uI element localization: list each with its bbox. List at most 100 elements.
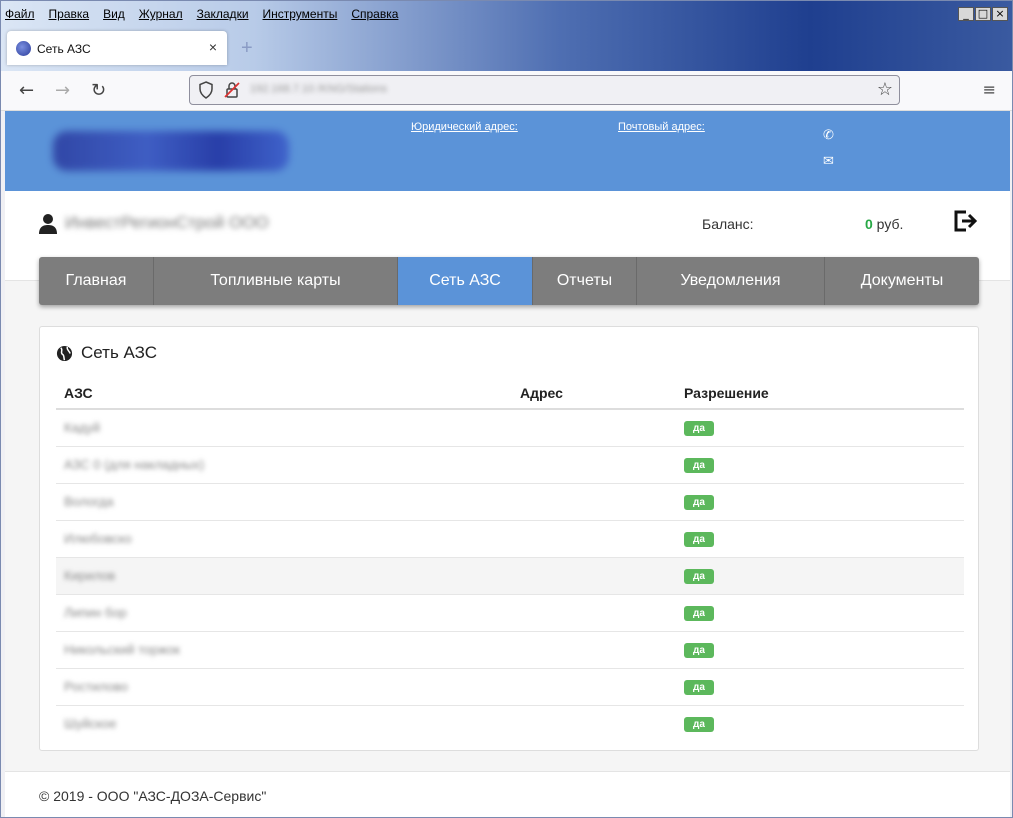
menu-bar: Файл Правка Вид Журнал Закладки Инструме…: [5, 7, 412, 21]
permission-cell: да: [676, 705, 964, 742]
menu-history[interactable]: Журнал: [139, 7, 183, 21]
station-address-cell: [512, 705, 676, 742]
menu-edit[interactable]: Правка: [49, 7, 90, 21]
page-content: Юридический адрес: Почтовый адрес: ✆ ✉ И…: [5, 111, 1010, 817]
mail-icon: ✉: [823, 154, 834, 169]
table-row[interactable]: Илюбовско да: [56, 520, 964, 558]
permission-badge: да: [684, 717, 714, 733]
permission-badge: да: [684, 458, 714, 473]
station-address-cell: [512, 483, 676, 521]
stations-panel: Сеть АЗС АЗС Адрес Разрешение Кадуй да А…: [39, 326, 979, 751]
permission-cell: да: [676, 409, 964, 447]
tab-home[interactable]: Главная: [39, 257, 154, 305]
tab-notifications[interactable]: Уведомления: [637, 257, 825, 305]
permission-cell: да: [676, 631, 964, 669]
column-header-permission[interactable]: Разрешение: [676, 377, 964, 410]
balance-currency: руб.: [872, 216, 904, 232]
station-address-cell: [512, 594, 676, 632]
permission-badge: да: [684, 680, 714, 695]
minimize-button[interactable]: _: [958, 7, 974, 21]
tab-fuel-cards[interactable]: Топливные карты: [154, 257, 398, 305]
menu-help[interactable]: Справка: [351, 7, 398, 21]
permission-badge: да: [684, 606, 714, 621]
table-row[interactable]: Кадуй да: [56, 409, 964, 447]
permission-cell: да: [676, 483, 964, 521]
table-row[interactable]: АЗС 0 (для накладных) да: [56, 446, 964, 484]
station-address-cell: [512, 409, 676, 447]
forward-icon[interactable]: →: [55, 80, 70, 101]
balance-label: Баланс:: [702, 216, 754, 232]
station-address-cell: [512, 557, 676, 595]
column-header-address[interactable]: Адрес: [512, 377, 676, 410]
tab-title: Сеть АЗС: [37, 42, 91, 56]
station-name-cell: Кадуй: [56, 409, 512, 447]
title-bar: Файл Правка Вид Журнал Закладки Инструме…: [1, 1, 1012, 71]
insecure-lock-icon[interactable]: [224, 81, 240, 99]
bookmark-star-icon[interactable]: ☆: [877, 79, 893, 100]
permission-badge: да: [684, 643, 714, 658]
back-icon[interactable]: ←: [19, 80, 34, 101]
site-header: Юридический адрес: Почтовый адрес: ✆ ✉: [5, 111, 1010, 191]
station-name-cell: Шуйское: [64, 716, 117, 732]
new-tab-button[interactable]: +: [241, 37, 253, 60]
station-name-cell: Ростилово: [56, 668, 512, 706]
url-text[interactable]: 192.168.7.10 /KNG/Stations: [250, 83, 387, 95]
station-name-cell: Кирилов: [56, 557, 512, 595]
station-name-cell: Липин бор: [56, 594, 512, 632]
balance-value: 0 руб.: [865, 216, 903, 232]
station-address-cell: [512, 631, 676, 669]
close-window-button[interactable]: ×: [992, 7, 1008, 21]
tab-documents[interactable]: Документы: [825, 257, 979, 305]
balance-amount: 0: [865, 216, 873, 232]
hamburger-menu-icon[interactable]: ≡: [983, 80, 996, 99]
permission-badge: да: [684, 495, 714, 510]
tab-stations[interactable]: Сеть АЗС: [398, 257, 533, 305]
station-name-cell: АЗС 0 (для накладных): [56, 446, 512, 484]
permission-cell: да: [676, 668, 964, 706]
menu-file[interactable]: Файл: [5, 7, 35, 21]
menu-bookmarks[interactable]: Закладки: [197, 7, 249, 21]
table-row[interactable]: Ростилово да: [56, 668, 964, 706]
tab-close-icon[interactable]: ×: [209, 39, 217, 55]
table-row[interactable]: Никольский торжок да: [56, 631, 964, 669]
window-controls: _ □ ×: [958, 7, 1008, 21]
postal-address-link[interactable]: Почтовый адрес:: [618, 121, 705, 133]
logout-icon[interactable]: [952, 209, 978, 233]
permission-cell: да: [676, 557, 964, 595]
maximize-button[interactable]: □: [975, 7, 991, 21]
permission-badge: да: [684, 421, 714, 437]
station-name-cell: Вологда: [56, 483, 512, 521]
permission-badge: да: [684, 569, 714, 584]
browser-window: Файл Правка Вид Журнал Закладки Инструме…: [0, 0, 1013, 818]
address-bar[interactable]: 192.168.7.10 /KNG/Stations ☆: [189, 75, 900, 105]
table-row[interactable]: Вологда да: [56, 483, 964, 521]
legal-address-link[interactable]: Юридический адрес:: [411, 121, 518, 133]
station-address-cell: [512, 668, 676, 706]
user-name: ИнвестРегионСтрой ООО: [65, 213, 269, 232]
tab-reports[interactable]: Отчеты: [533, 257, 637, 305]
station-name-cell: Никольский торжок: [56, 631, 512, 669]
panel-title-text: Сеть АЗС: [81, 343, 158, 362]
permission-cell: да: [676, 446, 964, 484]
main-nav: Главная Топливные карты Сеть АЗС Отчеты …: [39, 257, 979, 305]
phone-icon: ✆: [823, 128, 834, 143]
permission-cell: да: [676, 594, 964, 632]
browser-tab[interactable]: Сеть АЗС ×: [7, 31, 227, 65]
stations-table: АЗС Адрес Разрешение Кадуй да АЗС 0 (для…: [56, 377, 964, 742]
copyright-text: © 2019 - ООО "АЗС-ДОЗА-Сервис": [39, 788, 267, 804]
reload-icon[interactable]: ↻: [91, 80, 106, 101]
panel-title: Сеть АЗС: [56, 343, 157, 363]
permission-badge: да: [684, 532, 714, 547]
station-address-cell: [512, 446, 676, 484]
table-row[interactable]: Шуйское да: [56, 705, 964, 742]
menu-tools[interactable]: Инструменты: [263, 7, 338, 21]
company-logo[interactable]: [53, 131, 289, 171]
menu-view[interactable]: Вид: [103, 7, 125, 21]
site-footer: © 2019 - ООО "АЗС-ДОЗА-Сервис": [5, 771, 1010, 817]
user-icon: [39, 214, 57, 234]
shield-icon[interactable]: [198, 81, 214, 99]
globe-icon: [56, 345, 73, 361]
table-row[interactable]: Липин бор да: [56, 594, 964, 632]
table-row[interactable]: Кирилов да: [56, 557, 964, 595]
column-header-station[interactable]: АЗС: [56, 377, 512, 410]
